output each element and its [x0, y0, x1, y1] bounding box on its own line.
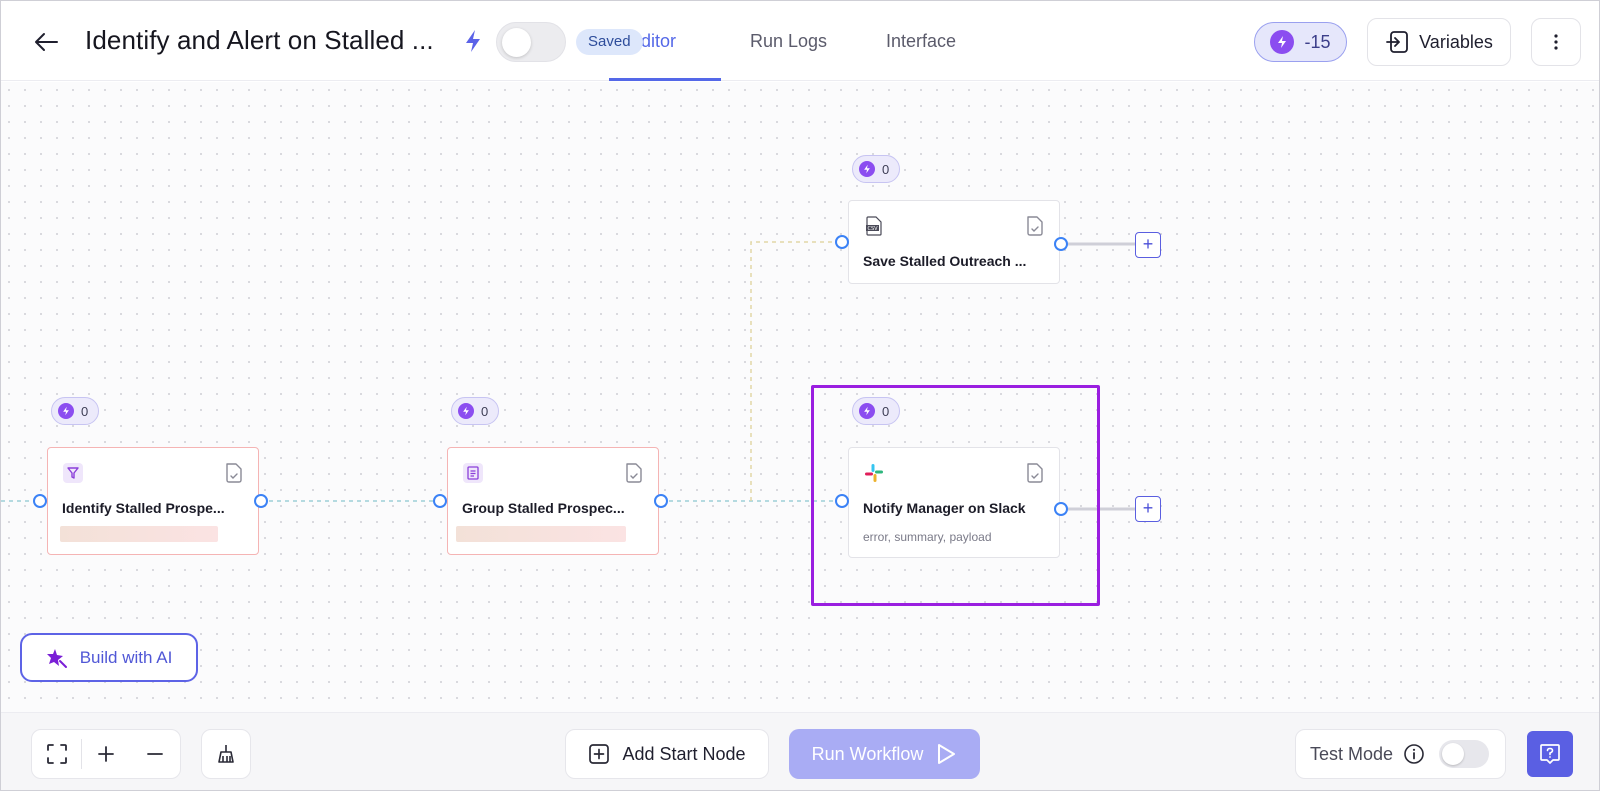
credit-bolt-icon: [859, 161, 875, 177]
add-next-node-button[interactable]: +: [1135, 232, 1161, 258]
test-mode-label: Test Mode: [1310, 743, 1394, 764]
document-check-icon[interactable]: [1025, 462, 1045, 484]
plus-square-icon: [589, 744, 610, 764]
csv-file-icon: CSV: [863, 215, 885, 237]
node-credit-badge: 0: [451, 397, 500, 425]
input-port[interactable]: [835, 494, 849, 508]
variables-icon: [1386, 31, 1409, 53]
test-mode-control: Test Mode: [1295, 729, 1506, 779]
document-check-icon[interactable]: [624, 462, 644, 484]
back-arrow-icon[interactable]: [29, 25, 63, 59]
workflow-canvas[interactable]: 0 Identify Stalled Prospe... 0 Group Sta…: [1, 82, 1599, 712]
input-port[interactable]: [33, 494, 47, 508]
tab-run-logs[interactable]: Run Logs: [750, 31, 827, 52]
credits-counter[interactable]: -15: [1254, 22, 1347, 62]
output-port[interactable]: [1054, 502, 1068, 516]
node-credit-count: 0: [481, 403, 489, 419]
zoom-out-button[interactable]: [131, 729, 180, 779]
node-group-stalled-prospects[interactable]: Group Stalled Prospec...: [447, 447, 659, 555]
svg-text:CSV: CSV: [867, 226, 878, 232]
help-button[interactable]: [1527, 731, 1573, 777]
build-with-ai-label: Build with AI: [79, 647, 173, 667]
lightning-icon: [466, 30, 480, 52]
fullscreen-icon: [46, 744, 67, 764]
credit-bolt-icon: [859, 403, 875, 419]
toggle-knob: [1442, 743, 1465, 765]
node-credit-badge: 0: [852, 397, 901, 425]
node-title: Identify Stalled Prospe...: [62, 500, 225, 516]
run-workflow-button[interactable]: Run Workflow: [789, 729, 980, 779]
test-mode-toggle[interactable]: [1439, 740, 1490, 768]
magic-sparkle-icon: [46, 648, 67, 668]
workflow-title[interactable]: Identify and Alert on Stalled ...: [85, 25, 434, 56]
toggle-knob: [502, 28, 531, 57]
workflow-active-toggle[interactable]: [496, 22, 566, 62]
credit-bolt-icon: [458, 403, 474, 419]
filter-icon: [62, 462, 84, 484]
node-title: Notify Manager on Slack: [863, 500, 1026, 516]
node-title: Save Stalled Outreach ...: [863, 253, 1027, 269]
play-icon: [938, 744, 956, 764]
node-identify-stalled-prospects[interactable]: Identify Stalled Prospe...: [47, 447, 259, 555]
node-credit-count: 0: [882, 403, 890, 419]
plus-icon: [98, 746, 115, 762]
node-notify-manager-slack[interactable]: Notify Manager on Slack error, summary, …: [848, 447, 1060, 558]
bottom-toolbar: Add Start Node Run Workflow Test Mode: [1, 712, 1599, 790]
add-start-node-label: Add Start Node: [622, 743, 746, 764]
node-credit-count: 0: [882, 161, 890, 177]
more-vertical-icon: [1554, 34, 1558, 50]
tab-interface[interactable]: Interface: [886, 31, 956, 52]
node-credit-count: 0: [81, 403, 89, 419]
node-outputs: error, summary, payload: [863, 530, 992, 544]
output-port[interactable]: [254, 494, 268, 508]
edge-group-save: [750, 241, 841, 501]
list-icon: [462, 462, 484, 484]
run-workflow-label: Run Workflow: [811, 743, 924, 764]
document-check-icon[interactable]: [224, 462, 244, 484]
slack-icon: [863, 462, 885, 484]
tidy-layout-button[interactable]: [201, 729, 251, 779]
output-port[interactable]: [1054, 237, 1068, 251]
credits-value: -15: [1304, 31, 1331, 52]
variables-label: Variables: [1419, 31, 1493, 52]
node-save-stalled-outreach[interactable]: CSV Save Stalled Outreach ...: [848, 200, 1060, 284]
more-options-button[interactable]: [1531, 18, 1581, 66]
fit-view-button[interactable]: [32, 729, 81, 779]
help-chat-icon: [1540, 744, 1560, 764]
node-title: Group Stalled Prospec...: [462, 500, 625, 516]
broom-icon: [218, 745, 234, 763]
zoom-in-button[interactable]: [82, 729, 131, 779]
credit-bolt-icon: [58, 403, 74, 419]
variables-button[interactable]: Variables: [1367, 18, 1511, 66]
saved-status-badge: Saved: [576, 29, 643, 55]
top-bar: Identify and Alert on Stalled ... Saved …: [1, 1, 1599, 81]
minus-icon: [147, 753, 164, 755]
credit-bolt-icon: [1270, 30, 1295, 54]
info-icon[interactable]: [1403, 743, 1425, 765]
node-credit-badge: 0: [852, 155, 901, 183]
active-tab-indicator: [609, 78, 721, 81]
output-port[interactable]: [654, 494, 668, 508]
loading-placeholder: [60, 526, 218, 542]
add-next-node-button[interactable]: +: [1135, 496, 1161, 522]
zoom-controls: [31, 729, 181, 779]
build-with-ai-button[interactable]: Build with AI: [20, 633, 198, 682]
input-port[interactable]: [835, 235, 849, 249]
document-check-icon[interactable]: [1025, 215, 1045, 237]
loading-placeholder: [456, 526, 626, 542]
node-credit-badge: 0: [51, 397, 100, 425]
add-start-node-button[interactable]: Add Start Node: [565, 729, 769, 779]
edges-layer: [1, 241, 1135, 511]
input-port[interactable]: [433, 494, 447, 508]
